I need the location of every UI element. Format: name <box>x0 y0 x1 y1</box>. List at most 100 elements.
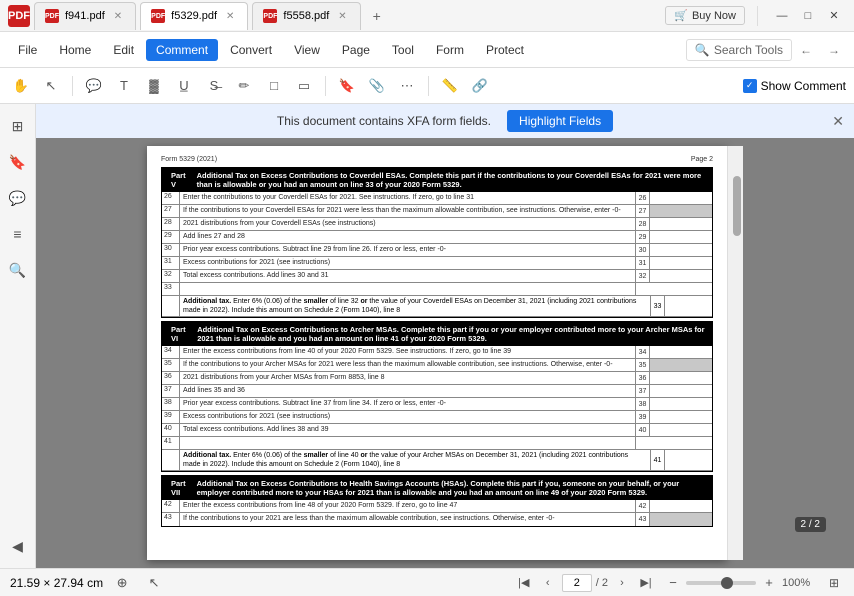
scroll-thumb[interactable] <box>733 176 741 236</box>
sidebar-search-button[interactable]: 🔍 <box>4 256 32 284</box>
row-field-label-29: 29 <box>636 231 650 243</box>
zoom-slider-thumb[interactable] <box>721 577 733 589</box>
menu-file[interactable]: File <box>8 39 47 61</box>
row-field-label-27: 27 <box>636 205 650 217</box>
tab-f5558[interactable]: PDF f5558.pdf ✕ <box>252 2 360 30</box>
banner-close-button[interactable]: ✕ <box>832 113 844 130</box>
expand-button[interactable]: ⊞ <box>824 573 844 593</box>
add-tab-button[interactable]: + <box>365 4 389 28</box>
row-field-29 <box>650 231 712 243</box>
row-text-43: If the contributions to your 2021 are le… <box>180 513 636 526</box>
app-icon: PDF <box>8 5 30 27</box>
minimize-button[interactable]: — <box>770 6 794 26</box>
cursor-tool-button[interactable]: ⊕ <box>109 570 135 596</box>
page-number: Page 2 <box>691 156 713 163</box>
row-num-32: 32 <box>162 270 180 282</box>
sidebar-collapse-button[interactable]: ◀ <box>4 532 32 560</box>
menu-protect[interactable]: Protect <box>476 39 534 61</box>
menu-tool[interactable]: Tool <box>382 39 424 61</box>
add-tax-num-33 <box>162 296 180 316</box>
row-field-31 <box>650 257 712 269</box>
close-button[interactable]: ✕ <box>822 6 846 26</box>
row-text-39: Excess contributions for 2021 (see instr… <box>180 411 636 423</box>
row-num-36: 36 <box>162 372 180 384</box>
select-arrow-button[interactable]: ↖ <box>141 570 167 596</box>
table-row: 31 Excess contributions for 2021 (see in… <box>162 257 712 270</box>
text-comment-button[interactable]: T <box>111 73 137 99</box>
pdf-icon-f5558: PDF <box>263 9 277 23</box>
measure-button[interactable]: 📏 <box>437 73 463 99</box>
tab-close-f5329[interactable]: ✕ <box>223 10 237 23</box>
title-bar-left: PDF PDF f941.pdf ✕ PDF f5329.pdf ✕ PDF f… <box>8 2 665 30</box>
search-tools-label: Search Tools <box>714 43 783 57</box>
pdf-icon-f5329: PDF <box>151 9 165 23</box>
sidebar-thumb-button[interactable]: ⊞ <box>4 112 32 140</box>
table-row-empty-33: 33 <box>162 283 712 296</box>
menu-edit[interactable]: Edit <box>103 39 144 61</box>
tab-close-f5558[interactable]: ✕ <box>335 10 349 23</box>
sticky-note-button[interactable]: 💬 <box>81 73 107 99</box>
strikethrough-button[interactable]: S̶ <box>201 73 227 99</box>
menu-convert[interactable]: Convert <box>220 39 282 61</box>
row-field-label-40: 40 <box>636 424 650 436</box>
sidebar-bookmark-button[interactable]: 🔖 <box>4 148 32 176</box>
highlight-fields-button[interactable]: Highlight Fields <box>507 110 613 132</box>
row-num-38: 38 <box>162 398 180 410</box>
prev-page-button[interactable]: ‹ <box>538 573 558 593</box>
next-page-button[interactable]: › <box>612 573 632 593</box>
row-text-35: If the contributions to your Archer MSAs… <box>180 359 636 371</box>
first-page-button[interactable]: |◀ <box>514 573 534 593</box>
part-vi-label: Part VI <box>166 324 191 344</box>
attach-button[interactable]: 📎 <box>364 73 390 99</box>
right-scroll-panel[interactable] <box>727 146 743 560</box>
page-number-input[interactable] <box>562 574 592 592</box>
buy-now-button[interactable]: 🛒 Buy Now <box>665 6 745 25</box>
form-name: Form 5329 (2021) <box>161 156 217 163</box>
area-button[interactable]: ▭ <box>291 73 317 99</box>
tab-f941[interactable]: PDF f941.pdf ✕ <box>34 2 136 30</box>
row-text-31: Excess contributions for 2021 (see instr… <box>180 257 636 269</box>
tab-label-f5558: f5558.pdf <box>283 10 329 22</box>
pdf-page: Form 5329 (2021) Page 2 Part V Additiona… <box>147 146 727 560</box>
row-text-42: Enter the excess contributions from line… <box>180 500 636 512</box>
menu-form[interactable]: Form <box>426 39 474 61</box>
shape-button[interactable]: □ <box>261 73 287 99</box>
highlight-button[interactable]: ▓ <box>141 73 167 99</box>
zoom-plus-button[interactable]: + <box>760 574 778 592</box>
underline-button[interactable]: U̲ <box>171 73 197 99</box>
show-comment-checkbox[interactable]: ✓ Show Comment <box>743 79 846 93</box>
last-page-button[interactable]: ▶| <box>636 573 656 593</box>
row-num-29: 29 <box>162 231 180 243</box>
part-vi-title: Additional Tax on Excess Contributions t… <box>197 325 708 343</box>
menu-page[interactable]: Page <box>332 39 380 61</box>
nav-back-button[interactable]: ← <box>794 38 818 62</box>
search-icon: 🔍 <box>695 43 710 57</box>
row-field-39 <box>650 411 712 423</box>
search-tools[interactable]: 🔍 Search Tools <box>686 39 792 61</box>
hand-tool-button[interactable]: ✋ <box>8 73 34 99</box>
link-button[interactable]: 🔗 <box>467 73 493 99</box>
maximize-button[interactable]: □ <box>796 6 820 26</box>
menu-home[interactable]: Home <box>49 39 101 61</box>
title-bar: PDF PDF f941.pdf ✕ PDF f5329.pdf ✕ PDF f… <box>0 0 854 32</box>
sidebar-layers-button[interactable]: ≡ <box>4 220 32 248</box>
page-total-label: / 2 <box>596 577 608 589</box>
row-field-35 <box>650 359 712 371</box>
menu-comment[interactable]: Comment <box>146 39 218 61</box>
zoom-minus-button[interactable]: − <box>664 574 682 592</box>
tab-close-f941[interactable]: ✕ <box>111 10 125 23</box>
select-tool-button[interactable]: ↖ <box>38 73 64 99</box>
menu-view[interactable]: View <box>284 39 330 61</box>
table-row: 34 Enter the excess contributions from l… <box>162 346 712 359</box>
tab-f5329[interactable]: PDF f5329.pdf ✕ <box>140 2 248 30</box>
add-tax-text-33: Additional tax. Enter 6% (0.06) of the s… <box>180 296 650 316</box>
table-row: 36 2021 distributions from your Archer M… <box>162 372 712 385</box>
more-button[interactable]: ⋯ <box>394 73 420 99</box>
row-num-42: 42 <box>162 500 180 512</box>
stamp-button[interactable]: 🔖 <box>334 73 360 99</box>
sidebar-comment-button[interactable]: 💬 <box>4 184 32 212</box>
row-field-37 <box>650 385 712 397</box>
zoom-slider[interactable] <box>686 581 756 585</box>
draw-button[interactable]: ✏ <box>231 73 257 99</box>
nav-forward-button[interactable]: → <box>822 38 846 62</box>
